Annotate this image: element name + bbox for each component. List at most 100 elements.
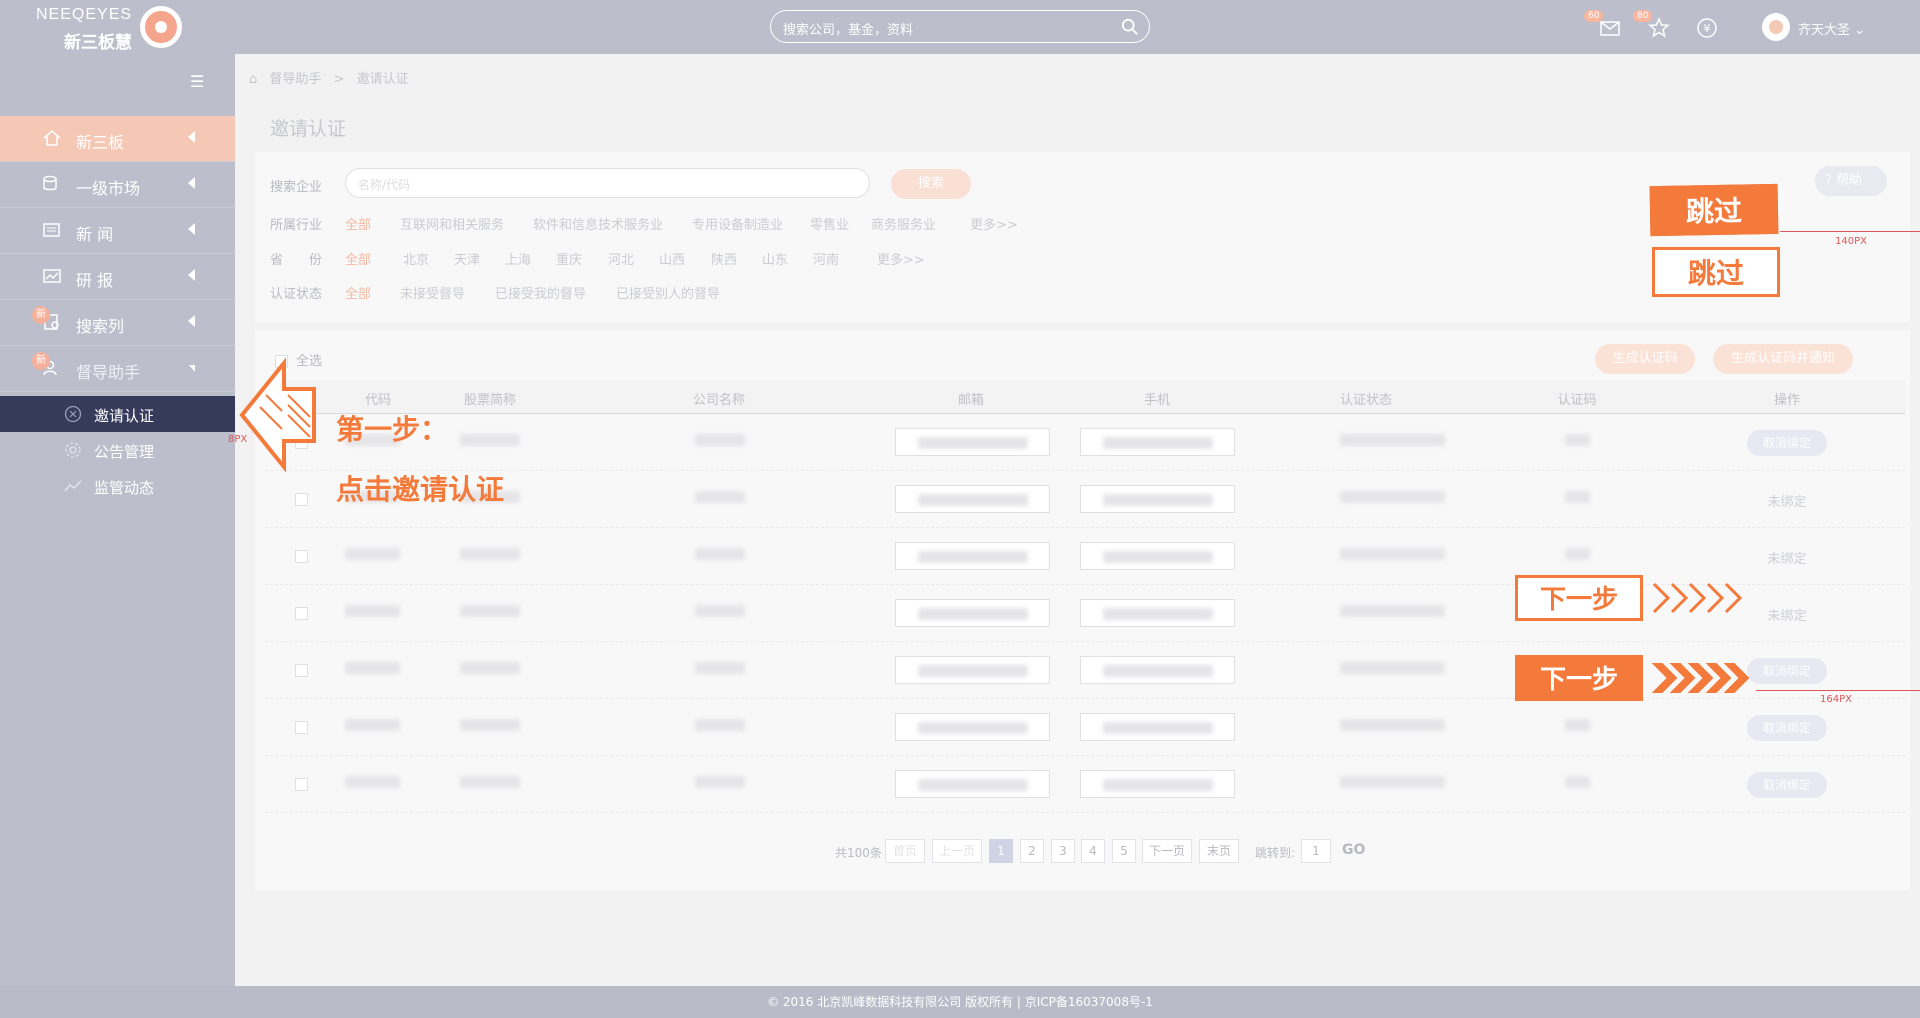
industry-option[interactable]: 全部	[345, 214, 371, 233]
province-option[interactable]: 北京	[403, 249, 429, 268]
pager-page[interactable]: 1	[989, 839, 1013, 863]
sidebar-item-news[interactable]: 新 闻	[0, 208, 235, 254]
sidebar-item-primary-market[interactable]: 一级市场	[0, 162, 235, 208]
yen-icon[interactable]: ¥	[1695, 16, 1719, 40]
col-header: 股票简称	[463, 393, 517, 408]
home-icon[interactable]: ⌂	[249, 72, 257, 87]
email-field[interactable]	[895, 770, 1050, 798]
breadcrumb-parent[interactable]: 督导助手	[269, 72, 321, 87]
pager-page[interactable]: 4	[1081, 839, 1105, 863]
blurred-cell	[1103, 437, 1213, 449]
search-icon[interactable]	[1121, 18, 1139, 36]
province-more-link[interactable]: 更多>>	[877, 249, 925, 268]
guide-next-button[interactable]: 下一步	[1515, 575, 1643, 621]
pager-first[interactable]: 首页	[885, 839, 925, 863]
mail-icon[interactable]: 60	[1584, 10, 1622, 40]
email-field[interactable]	[895, 713, 1050, 741]
province-option[interactable]: 重庆	[556, 249, 582, 268]
trend-icon	[64, 480, 82, 492]
sidebar-item-research[interactable]: 研 报	[0, 254, 235, 300]
search-button[interactable]: 搜索	[891, 169, 971, 199]
page-title: 邀请认证	[270, 118, 347, 140]
pager-jump-input[interactable]: 1	[1301, 839, 1331, 863]
help-button[interactable]: ? 帮助	[1815, 166, 1887, 196]
logo-subtext: 新三板慧	[64, 33, 132, 53]
sidebar-item-label: 新 闻	[76, 225, 114, 244]
row-checkbox[interactable]	[295, 550, 308, 563]
province-option[interactable]: 山西	[659, 249, 685, 268]
sidebar-item-supervision-assistant[interactable]: 新 督导助手	[0, 346, 235, 392]
company-search-input[interactable]: 名称/代码	[345, 168, 870, 198]
province-option[interactable]: 天津	[454, 249, 480, 268]
industry-more-link[interactable]: 更多>>	[970, 214, 1018, 233]
phone-field[interactable]	[1080, 485, 1235, 513]
phone-field[interactable]	[1080, 599, 1235, 627]
logo[interactable]: NEEQEYES 新三板慧	[36, 6, 196, 53]
company-search-placeholder: 名称/代码	[358, 178, 411, 192]
phone-field[interactable]	[1080, 656, 1235, 684]
sidebar-item-new-third-board[interactable]: 新三板	[0, 116, 235, 162]
industry-option[interactable]: 互联网和相关服务	[400, 214, 504, 233]
generate-code-button[interactable]: 生成认证码	[1595, 344, 1695, 374]
province-option[interactable]: 上海	[505, 249, 531, 268]
table-row: 未绑定	[265, 471, 1905, 528]
guide-arrow-left-icon	[239, 357, 316, 473]
chevron-left-icon	[188, 223, 195, 235]
guide-skip-button-hover[interactable]: 跳过	[1652, 247, 1780, 297]
province-option[interactable]: 陕西	[711, 249, 737, 268]
email-field[interactable]	[895, 542, 1050, 570]
footer: © 2016 北京凯峰数据科技有限公司 版权所有 | 京ICP备16037008…	[0, 986, 1920, 1018]
list-toggle-icon[interactable]: ☰	[190, 72, 204, 91]
industry-option[interactable]: 软件和信息技术服务业	[533, 214, 663, 233]
pager-page[interactable]: 5	[1112, 839, 1136, 863]
status-option[interactable]: 已接受我的督导	[495, 283, 586, 302]
email-field[interactable]	[895, 428, 1050, 456]
pager-prev[interactable]: 上一页	[932, 839, 982, 863]
row-checkbox[interactable]	[295, 664, 308, 677]
sidebar-subitem-announcements[interactable]: 公告管理	[0, 432, 235, 468]
industry-option[interactable]: 商务服务业	[871, 214, 936, 233]
province-option[interactable]: 山东	[762, 249, 788, 268]
unbind-button[interactable]: 取消绑定	[1747, 772, 1827, 798]
phone-field[interactable]	[1080, 770, 1235, 798]
unbind-button[interactable]: 取消绑定	[1747, 715, 1827, 741]
unbound-status: 未绑定	[1767, 609, 1807, 624]
sidebar-subitem-invite-auth[interactable]: 邀请认证	[0, 396, 235, 432]
phone-field[interactable]	[1080, 428, 1235, 456]
phone-field[interactable]	[1080, 713, 1235, 741]
table-row: 取消绑定	[265, 756, 1905, 813]
pager-page[interactable]: 3	[1051, 839, 1075, 863]
email-field[interactable]	[895, 599, 1050, 627]
row-checkbox[interactable]	[295, 721, 308, 734]
sidebar-subitem-regulatory[interactable]: 监管动态	[0, 468, 235, 504]
blurred-cell	[695, 776, 745, 788]
guide-next-button-hover[interactable]: 下一步	[1515, 655, 1643, 701]
guide-skip-button[interactable]: 跳过	[1649, 183, 1779, 237]
status-option[interactable]: 未接受督导	[400, 283, 465, 302]
row-checkbox[interactable]	[295, 493, 308, 506]
pager-page[interactable]: 2	[1020, 839, 1044, 863]
province-option[interactable]: 河北	[608, 249, 634, 268]
row-checkbox[interactable]	[295, 607, 308, 620]
global-search-input[interactable]: 搜索公司，基金，资料	[770, 10, 1150, 43]
sidebar-item-search-list[interactable]: 新 搜索列	[0, 300, 235, 346]
email-field[interactable]	[895, 656, 1050, 684]
pager-last[interactable]: 末页	[1199, 839, 1239, 863]
email-field[interactable]	[895, 485, 1050, 513]
blurred-cell	[345, 548, 400, 560]
industry-option[interactable]: 零售业	[810, 214, 849, 233]
pager-go-button[interactable]: GO	[1338, 839, 1368, 863]
pager-next[interactable]: 下一页	[1142, 839, 1192, 863]
phone-field[interactable]	[1080, 542, 1235, 570]
status-option[interactable]: 全部	[345, 283, 371, 302]
star-icon[interactable]: 80	[1633, 10, 1671, 40]
province-option[interactable]: 全部	[345, 249, 371, 268]
user-name: 齐天大圣 ⌄	[1798, 23, 1866, 38]
unbind-button[interactable]: 取消绑定	[1747, 430, 1827, 456]
sidebar-subitem-label: 公告管理	[94, 443, 155, 461]
status-option[interactable]: 已接受别人的督导	[616, 283, 720, 302]
generate-notify-button[interactable]: 生成认证码并通知	[1713, 344, 1853, 374]
industry-option[interactable]: 专用设备制造业	[692, 214, 783, 233]
province-option[interactable]: 河南	[813, 249, 839, 268]
row-checkbox[interactable]	[295, 778, 308, 791]
